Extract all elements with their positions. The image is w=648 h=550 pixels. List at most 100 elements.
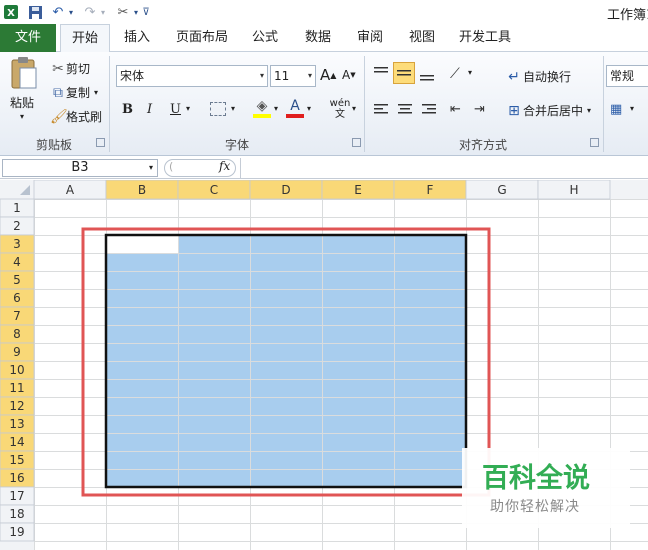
font-name-select[interactable]: 宋体 ▾ [116,65,268,87]
svg-text:X: X [7,8,15,19]
row-header-label: 17 [9,489,24,503]
active-cell[interactable] [106,235,178,253]
tools-icon[interactable]: ✂ [114,3,132,21]
paint-bucket-icon: ◈ [256,98,268,114]
customize-qat-icon[interactable]: ⊽ [141,3,151,21]
copy-button[interactable]: ⧉ 复制 ▾ [50,84,98,101]
window-title: 工作簿1 [607,8,648,23]
row-header-label: 9 [13,345,21,359]
increase-indent-icon[interactable]: ⇥ [474,102,485,117]
font-size-value: 11 [274,69,290,83]
format-painter-button[interactable]: 🖌 格式刷 [50,108,102,125]
align-middle-icon[interactable] [393,62,415,84]
shrink-font-icon: A [342,68,351,82]
alignment-group-label: 对齐方式 [458,138,507,152]
column-header-label: C [210,183,218,197]
phonetic-button[interactable]: wén 文 [328,98,352,120]
currency-dropdown-icon[interactable]: ▾ [630,104,634,113]
number-format-value: 常规 [610,69,635,83]
name-box[interactable]: B3 ▾ [2,159,158,177]
paste-button[interactable]: 粘贴 [10,94,34,111]
wrap-text-label: 自动换行 [523,70,572,84]
fill-color-button[interactable]: ◈ [253,98,271,118]
tab-file[interactable]: 文件 [0,24,56,52]
italic-button[interactable]: I [147,102,152,117]
grow-font-icon: A [320,66,331,84]
decrease-indent-icon[interactable]: ⇤ [450,102,461,117]
number-format-select[interactable]: 常规 [606,65,648,87]
font-launcher-icon[interactable] [352,138,361,147]
orientation-dropdown-icon[interactable]: ▾ [468,68,472,77]
font-color-swatch [286,114,304,118]
save-icon[interactable] [26,3,44,21]
cancel-insert-icon: ( [169,160,174,173]
fill-dropdown-icon[interactable]: ▾ [274,104,278,113]
tab-home[interactable]: 开始 [60,24,110,53]
paste-icon[interactable] [8,56,40,92]
wrap-text-icon: ↵ [508,68,520,85]
row-header-label: 14 [9,435,24,449]
chevron-down-icon: ▾ [307,71,312,80]
orientation-icon[interactable]: ⟋ [450,66,460,82]
tab-page-layout[interactable]: 页面布局 [170,24,234,52]
watermark-brand: 百科全说 [482,463,590,494]
tab-developer[interactable]: 开发工具 [455,24,515,52]
tab-formulas[interactable]: 公式 [245,24,285,52]
undo-icon[interactable]: ↶ [50,3,66,21]
caret-up-icon: ▲ [330,70,337,80]
formula-input[interactable] [240,158,646,178]
column-header-label: D [281,183,290,197]
copy-dropdown-icon[interactable]: ▾ [94,88,98,97]
insert-function-icon[interactable]: fx [219,159,230,173]
align-center-icon[interactable] [396,102,414,118]
row-header-label: 10 [9,363,24,377]
redo-icon[interactable]: ↷ [82,3,98,21]
clipboard-launcher-icon[interactable] [96,138,105,147]
grow-font-button[interactable]: A ▲ [320,66,336,84]
undo-dropdown-icon[interactable]: ▾ [66,3,76,21]
merge-cells-icon: ⊞ [508,102,520,119]
align-top-icon[interactable] [372,64,390,82]
row-header-label: 15 [9,453,24,467]
formula-controls: ( fx [164,159,236,177]
phonetic-dropdown-icon[interactable]: ▾ [352,104,356,113]
tab-view[interactable]: 视图 [402,24,442,52]
align-left-icon[interactable] [372,102,390,118]
chevron-down-icon: ▾ [259,71,264,80]
tab-insert[interactable]: 插入 [116,24,158,52]
row-header-label: 5 [13,273,21,287]
cut-label: 剪切 [66,62,91,76]
column-header-label: E [354,183,362,197]
tab-review[interactable]: 审阅 [350,24,390,52]
font-color-button[interactable]: A [286,98,304,118]
bold-button[interactable]: B [122,102,133,117]
font-name-value: 宋体 [120,69,145,83]
font-size-select[interactable]: 11 ▾ [270,65,316,87]
ribbon: 粘贴 ▾ ✂ 剪切 ⧉ 复制 ▾ 🖌 格式刷 剪贴板 宋体 ▾ 11 ▾ A ▲ A ▼ B I… [0,52,648,156]
tools-dropdown-icon[interactable]: ▾ [132,3,140,21]
tab-data[interactable]: 数据 [298,24,338,52]
underline-dropdown-icon[interactable]: ▾ [186,104,190,113]
copy-label: 复制 [66,86,91,100]
row-header-label: 19 [9,525,24,539]
name-box-dropdown-icon[interactable]: ▾ [149,160,153,176]
paste-dropdown-icon[interactable]: ▾ [20,112,24,121]
merge-center-button[interactable]: ⊞ 合并后居中 ▾ [505,102,591,119]
align-bottom-icon[interactable] [418,64,436,82]
currency-format-icon[interactable]: ▦ [610,102,622,117]
cut-button[interactable]: ✂ 剪切 [50,60,90,77]
alignment-launcher-icon[interactable] [590,138,599,147]
redo-dropdown-icon[interactable]: ▾ [98,3,108,21]
font-color-dropdown-icon[interactable]: ▾ [307,104,311,113]
name-box-value: B3 [71,160,89,175]
underline-button[interactable]: U [170,102,181,117]
fill-color-swatch [253,114,271,118]
shrink-font-button[interactable]: A ▼ [342,68,356,82]
borders-dropdown-icon[interactable]: ▾ [231,104,235,113]
merge-dropdown-icon[interactable]: ▾ [587,106,591,115]
align-right-icon[interactable] [420,102,438,118]
wrap-text-button[interactable]: ↵ 自动换行 [505,68,571,85]
column-header-label: B [138,183,146,197]
format-painter-label: 格式刷 [66,110,103,124]
borders-icon[interactable] [210,102,226,116]
